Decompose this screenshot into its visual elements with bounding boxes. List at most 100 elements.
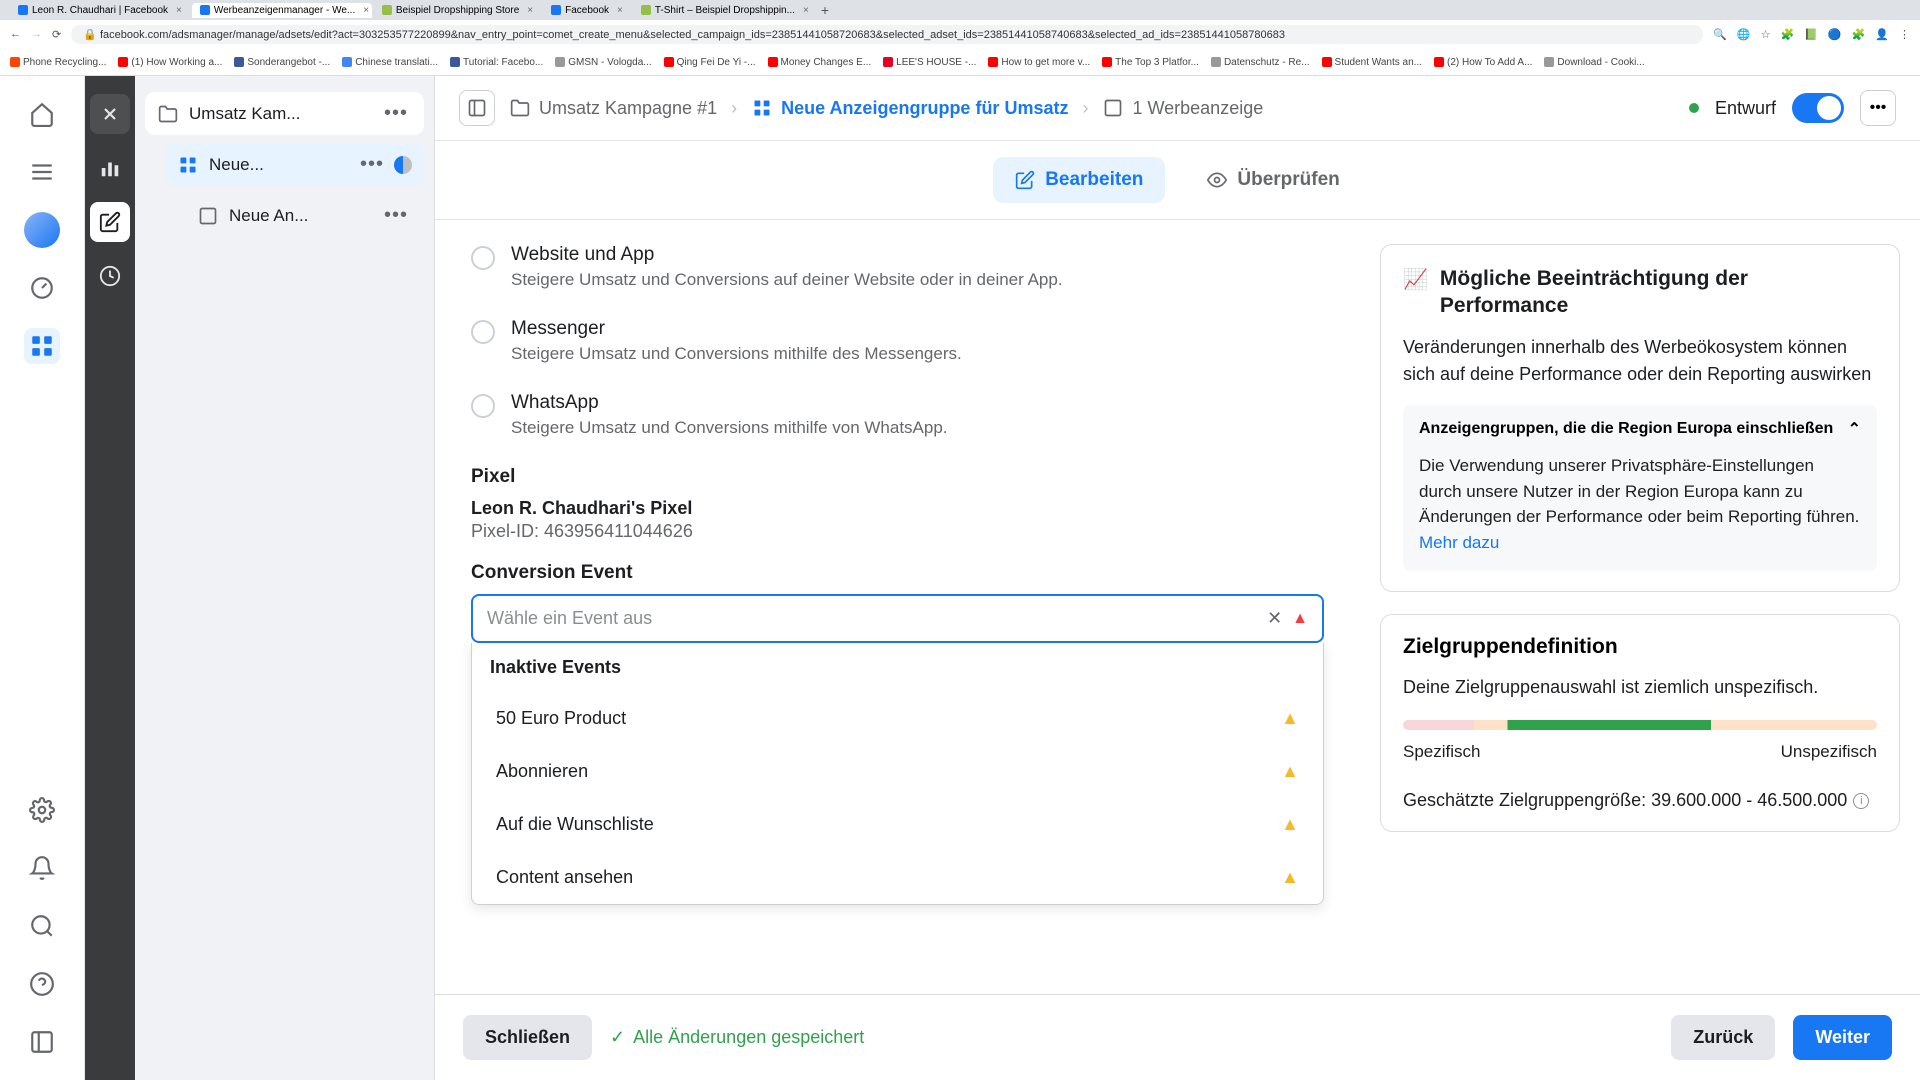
bookmark[interactable]: Download - Cooki...	[1544, 57, 1644, 68]
extension-icon[interactable]: 🧩	[1852, 28, 1866, 41]
extension-icon[interactable]: 📗	[1804, 28, 1818, 41]
gauge-label-right: Unspezifisch	[1781, 742, 1877, 762]
search-icon[interactable]	[24, 908, 60, 944]
new-tab-button[interactable]: +	[821, 2, 829, 18]
panel-toggle-button[interactable]	[459, 90, 495, 126]
option-label: Abonnieren	[496, 761, 588, 782]
bookmark[interactable]: (2) How To Add A...	[1434, 57, 1532, 68]
tree-adset[interactable]: Neue... •••	[165, 143, 424, 186]
url-field[interactable]: 🔒 facebook.com/adsmanager/manage/adsets/…	[71, 25, 1703, 44]
breadcrumb-adset[interactable]: Neue Anzeigengruppe für Umsatz	[751, 97, 1068, 119]
more-icon: •••	[1870, 99, 1887, 117]
bookmark[interactable]: Phone Recycling...	[10, 57, 106, 68]
next-button[interactable]: Weiter	[1793, 1015, 1892, 1060]
bookmark[interactable]: Tutorial: Facebo...	[450, 57, 543, 68]
bookmark[interactable]: LEE'S HOUSE -...	[883, 57, 976, 68]
bookmark[interactable]: Chinese translati...	[342, 57, 438, 68]
more-icon[interactable]: •••	[380, 102, 412, 125]
bookmark[interactable]: How to get more v...	[988, 57, 1090, 68]
menu-icon[interactable]: ⋮	[1899, 28, 1910, 41]
radio-icon	[471, 246, 495, 270]
tab-edit[interactable]: Bearbeiten	[993, 157, 1165, 203]
sub-panel-toggle[interactable]: Anzeigengruppen, die die Region Europa e…	[1403, 405, 1877, 453]
browser-tab[interactable]: T-Shirt – Beispiel Dropshippin...×	[633, 3, 813, 18]
more-icon[interactable]: •••	[356, 153, 388, 176]
back-icon[interactable]: ←	[10, 28, 21, 40]
star-icon[interactable]: ☆	[1761, 28, 1771, 41]
tree-campaign[interactable]: Umsatz Kam... •••	[145, 92, 424, 135]
clear-icon[interactable]: ✕	[1267, 608, 1282, 629]
ad-icon	[197, 205, 219, 227]
close-icon[interactable]: ×	[363, 5, 369, 16]
gauge-icon[interactable]	[24, 270, 60, 306]
radio-messenger[interactable]: Messenger Steigere Umsatz und Conversion…	[471, 318, 1324, 364]
tab-label: Überprüfen	[1237, 169, 1339, 191]
more-icon[interactable]: •••	[380, 204, 412, 227]
extension-icon[interactable]: 🧩	[1780, 28, 1794, 41]
zoom-icon[interactable]: 🔍	[1713, 28, 1727, 41]
breadcrumb-ad[interactable]: 1 Werbeanzeige	[1102, 97, 1263, 119]
event-input[interactable]	[487, 608, 1257, 629]
bookmark[interactable]: Money Changes E...	[768, 57, 872, 68]
close-icon[interactable]: ×	[803, 5, 809, 16]
europe-sub-panel: Anzeigengruppen, die die Region Europa e…	[1403, 405, 1877, 571]
bookmark[interactable]: Datenschutz - Re...	[1211, 57, 1310, 68]
forward-icon[interactable]: →	[31, 28, 42, 40]
browser-tab[interactable]: Werbeanzeigenmanager - We...×	[192, 3, 372, 18]
active-toggle[interactable]	[1792, 93, 1844, 123]
info-icon[interactable]: i	[1853, 793, 1869, 809]
option-desc: Steigere Umsatz und Conversions mithilfe…	[511, 418, 948, 438]
bookmark[interactable]: Student Wants an...	[1322, 57, 1422, 68]
browser-tab[interactable]: Beispiel Dropshipping Store×	[374, 3, 541, 18]
address-bar: ← → ⟳ 🔒 facebook.com/adsmanager/manage/a…	[0, 20, 1920, 48]
pixel-heading: Pixel	[471, 466, 1324, 488]
settings-icon[interactable]	[24, 792, 60, 828]
close-button[interactable]: Schließen	[463, 1015, 592, 1060]
help-icon[interactable]	[24, 966, 60, 1002]
radio-website-app[interactable]: Website und App Steigere Umsatz und Conv…	[471, 244, 1324, 290]
conversion-event-select[interactable]: ✕ ▲	[471, 594, 1324, 643]
ads-manager-icon[interactable]	[24, 328, 60, 364]
pixel-name: Leon R. Chaudhari's Pixel	[471, 498, 1324, 519]
warning-icon: ▲	[1292, 610, 1308, 628]
audience-desc: Deine Zielgruppenauswahl ist ziemlich un…	[1403, 677, 1877, 698]
browser-tab[interactable]: Leon R. Chaudhari | Facebook×	[10, 3, 190, 18]
tab-review[interactable]: Überprüfen	[1185, 157, 1361, 203]
more-button[interactable]: •••	[1860, 90, 1896, 126]
home-icon[interactable]	[24, 96, 60, 132]
translate-icon[interactable]: 🌐	[1737, 28, 1751, 41]
close-icon[interactable]: ×	[617, 5, 623, 16]
radio-whatsapp[interactable]: WhatsApp Steigere Umsatz und Conversions…	[471, 392, 1324, 438]
breadcrumb-label: 1 Werbeanzeige	[1132, 98, 1263, 119]
notifications-icon[interactable]	[24, 850, 60, 886]
learn-more-link[interactable]: Mehr dazu	[1419, 533, 1499, 552]
edit-icon[interactable]	[90, 202, 130, 242]
event-option[interactable]: 50 Euro Product▲	[472, 692, 1323, 745]
event-option[interactable]: Abonnieren▲	[472, 745, 1323, 798]
event-option[interactable]: Auf die Wunschliste▲	[472, 798, 1323, 851]
bookmark[interactable]: The Top 3 Platfor...	[1102, 57, 1199, 68]
back-button[interactable]: Zurück	[1671, 1015, 1775, 1060]
menu-icon[interactable]	[24, 154, 60, 190]
reload-icon[interactable]: ⟳	[52, 28, 61, 41]
history-icon[interactable]	[90, 256, 130, 296]
extension-icon[interactable]: 🔵	[1828, 28, 1842, 41]
profile-icon[interactable]: 👤	[1875, 28, 1889, 41]
bookmark[interactable]: Sonderangebot -...	[234, 57, 330, 68]
close-icon[interactable]: ×	[527, 5, 533, 16]
browser-tab[interactable]: Facebook×	[543, 3, 631, 18]
bookmark[interactable]: Qing Fei De Yi -...	[664, 57, 756, 68]
breadcrumb-campaign[interactable]: Umsatz Kampagne #1	[509, 97, 717, 119]
close-icon[interactable]: ×	[176, 5, 182, 16]
chart-icon[interactable]	[90, 148, 130, 188]
tree-ad[interactable]: Neue An... •••	[185, 194, 424, 237]
saved-text: Alle Änderungen gespeichert	[633, 1027, 864, 1048]
tree-label: Neue An...	[229, 206, 380, 226]
avatar[interactable]	[24, 212, 60, 248]
collapse-icon[interactable]	[24, 1024, 60, 1060]
option-desc: Steigere Umsatz und Conversions mithilfe…	[511, 344, 962, 364]
close-icon[interactable]	[90, 94, 130, 134]
event-option[interactable]: Content ansehen▲	[472, 851, 1323, 904]
bookmark[interactable]: (1) How Working a...	[118, 57, 222, 68]
bookmark[interactable]: GMSN - Vologda...	[555, 57, 651, 68]
